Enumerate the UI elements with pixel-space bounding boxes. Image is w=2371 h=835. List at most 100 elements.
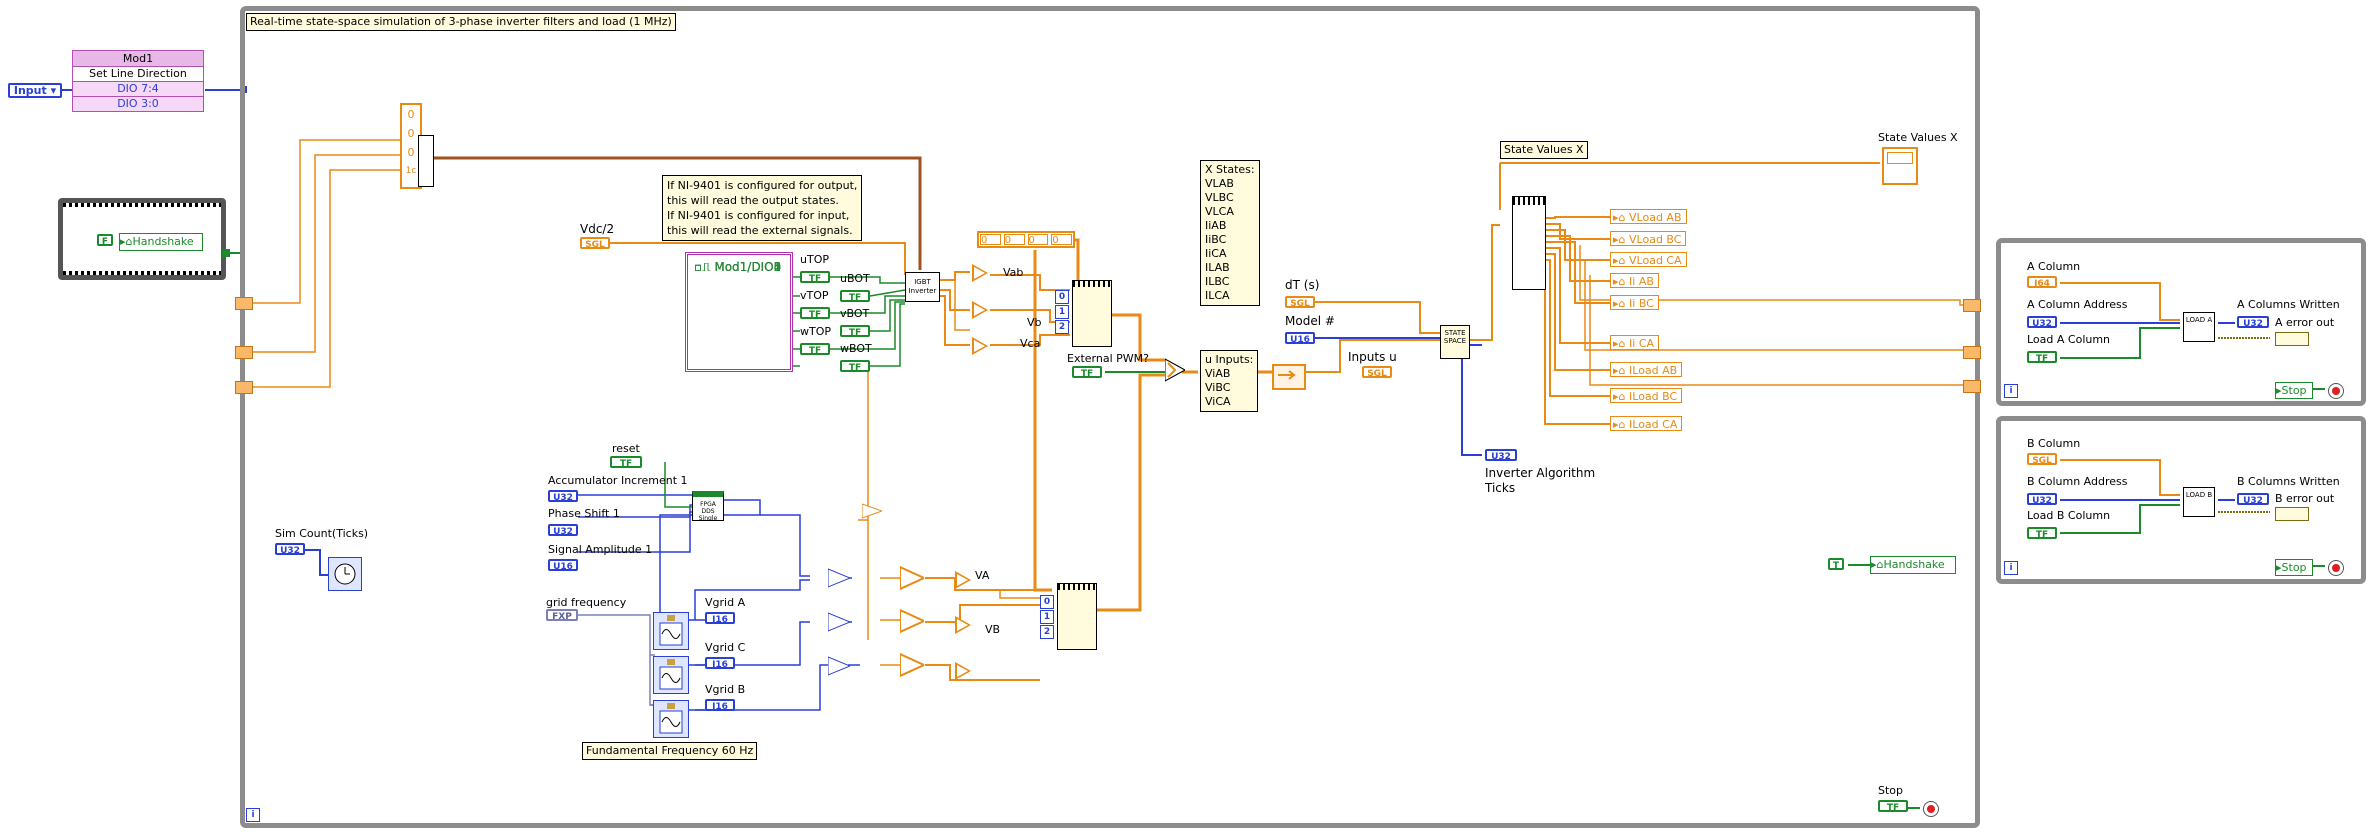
- b-columns-written-label: B Columns Written: [2237, 475, 2340, 488]
- a-column-label: A Column: [2027, 260, 2081, 273]
- sine-generator-a[interactable]: [653, 612, 689, 650]
- coerce-node: [861, 502, 884, 520]
- x-state-ilab: ILAB: [1205, 261, 1230, 274]
- model-control[interactable]: U16: [1285, 332, 1315, 345]
- label-vca: Vca: [1020, 337, 1041, 350]
- a-column-control[interactable]: I64: [2027, 276, 2057, 289]
- dds-subvi[interactable]: FPGA DDS Single Gen: [692, 491, 724, 521]
- external-pwm-label: External PWM?: [1067, 352, 1149, 365]
- fpga-io-node[interactable]: Mod1 Set Line Direction DIO 7:4 DIO 3:0: [72, 50, 204, 112]
- multiply-node-b: [827, 612, 852, 632]
- tick-count-node[interactable]: [328, 557, 362, 591]
- input-direction-constant[interactable]: Input ▾: [8, 83, 62, 98]
- conversion-arrow-icon: [1278, 370, 1296, 380]
- sine-generator-b[interactable]: [653, 700, 689, 738]
- load-a-column-control[interactable]: TF: [2027, 351, 2057, 364]
- switch-utop: TF: [800, 271, 830, 284]
- scale-node-c: [899, 652, 927, 678]
- switch-label-vbot: vBOT: [840, 307, 870, 320]
- reset-control[interactable]: TF: [610, 456, 642, 469]
- shift-register-1: [235, 297, 253, 310]
- grid-frequency-control[interactable]: FXP: [546, 609, 578, 622]
- state-values-x-indicator: [1882, 147, 1918, 185]
- handshake-local-variable[interactable]: ▸⌂Handshake: [119, 233, 203, 251]
- iteration-terminal-b: i: [2004, 561, 2018, 575]
- igbt-inverter-subvi[interactable]: IGBT Inverter: [905, 272, 940, 302]
- handshake-local-variable-right[interactable]: ▸⌂Handshake: [1870, 556, 1956, 574]
- x-state-iica: IiCA: [1205, 247, 1227, 260]
- output-vload-ca-label: VLoad CA: [1629, 254, 1682, 267]
- load-b-column-control[interactable]: TF: [2027, 527, 2057, 540]
- note-line-3: If NI-9401 is configured for input,: [667, 209, 850, 222]
- handshake-arrow-icon: ▸⌂: [1871, 558, 1884, 571]
- subtract-node-3: [972, 337, 988, 355]
- accumulator-control[interactable]: U32: [548, 490, 578, 503]
- replace-array-subset-1[interactable]: [1072, 280, 1112, 347]
- signal-amp-control[interactable]: U16: [548, 559, 578, 572]
- state-space-subvi[interactable]: STATE SPACE: [1440, 325, 1470, 359]
- external-pwm-control[interactable]: TF: [1072, 366, 1102, 379]
- shift-register-3: [235, 381, 253, 394]
- a-column-address-control[interactable]: U32: [2027, 316, 2057, 329]
- module-function: Set Line Direction: [73, 67, 203, 82]
- output-vload-bc: ▸⌂ VLoad BC: [1610, 231, 1687, 246]
- handshake-true-constant[interactable]: T: [1828, 558, 1844, 571]
- x-states-note: X States: VLAB VLBC VLCA IiAB IiBC IiCA …: [1200, 160, 1260, 306]
- multiply-icon: [827, 568, 852, 588]
- phase-shift-control[interactable]: U32: [548, 524, 578, 537]
- b-column-address-control[interactable]: U32: [2027, 493, 2057, 506]
- accumulator-label: Accumulator Increment 1: [548, 474, 688, 487]
- handshake-flat-sequence[interactable]: F ▸⌂Handshake: [58, 198, 226, 280]
- scale-icon: [899, 652, 927, 678]
- output-iload-ab: ▸⌂ ILoad AB: [1610, 362, 1683, 377]
- array-node-icon: [1058, 584, 1096, 590]
- iteration-terminal-main: i: [246, 808, 260, 822]
- switch-label-vtop: vTOP: [800, 289, 829, 302]
- multiply-icon: [827, 656, 852, 676]
- sim-count-indicator: U32: [275, 543, 305, 556]
- main-timed-loop[interactable]: [240, 6, 1980, 828]
- array-node-icon: [1513, 197, 1545, 205]
- loop-condition-stop-icon[interactable]: [1923, 801, 1939, 817]
- output-iload-ca-label: ILoad CA: [1629, 418, 1678, 431]
- multiply-node-c: [827, 656, 852, 676]
- sine-generator-c[interactable]: [653, 656, 689, 694]
- note-line-4: this will read the external signals.: [667, 224, 853, 237]
- output-iload-bc-label: ILoad BC: [1629, 390, 1678, 403]
- label-vab: Vab: [1003, 266, 1024, 279]
- sim-count-label: Sim Count(Ticks): [275, 527, 369, 540]
- switch-label-wbot: wBOT: [840, 342, 872, 355]
- switch-wbot: TF: [840, 360, 870, 373]
- handshake-arrow-icon: ▸⌂: [120, 235, 133, 248]
- zero-array-constant[interactable]: 0 0 0 0: [977, 231, 1075, 248]
- zero-array-0: 0: [980, 234, 1001, 246]
- sine-wave-icon: [659, 615, 683, 646]
- index-array-node[interactable]: [1512, 196, 1546, 290]
- stop-a-local-variable[interactable]: ▸Stop: [2275, 382, 2313, 399]
- coerce-triangle-icon: [861, 503, 884, 519]
- handshake-right-label: Handshake: [1883, 558, 1945, 571]
- index-1-2: 2: [1055, 320, 1069, 334]
- dio-read-node[interactable]: ▫⎍ Mod1/DIO0 ▫⎍ Mod1/DIO1 ▫⎍ Mod1/DIO2 ▫…: [685, 252, 793, 372]
- stop-main-control[interactable]: TF: [1878, 800, 1908, 813]
- b-column-control[interactable]: SGL: [2027, 453, 2057, 466]
- replace-array-subset-2[interactable]: [1057, 583, 1097, 650]
- dt-control[interactable]: SGL: [1285, 296, 1315, 309]
- model-label: Model #: [1285, 314, 1335, 328]
- index-1-0: 0: [1055, 290, 1069, 304]
- loop-a-stop-icon[interactable]: [2328, 383, 2344, 399]
- vgrid-a-label: Vgrid A: [705, 596, 746, 609]
- x-states-header: X States:: [1205, 163, 1255, 176]
- handshake-false-constant[interactable]: F: [97, 234, 113, 247]
- grid-frequency-label: grid frequency: [546, 596, 627, 609]
- signal-amp-label: Signal Amplitude 1: [548, 543, 653, 556]
- stop-b-label: Stop: [2281, 561, 2307, 574]
- loop-b-stop-icon[interactable]: [2328, 560, 2344, 576]
- index-list-1: 0 1 2: [1055, 280, 1069, 342]
- a-column-address-label: A Column Address: [2027, 298, 2128, 311]
- stop-b-local-variable[interactable]: ▸Stop: [2275, 559, 2313, 576]
- sequence-frame-bottom: [63, 271, 221, 275]
- load-a-subvi[interactable]: LOAD A: [2183, 312, 2215, 342]
- load-b-subvi[interactable]: LOAD B: [2183, 487, 2215, 517]
- vdc-control[interactable]: SGL: [580, 237, 610, 250]
